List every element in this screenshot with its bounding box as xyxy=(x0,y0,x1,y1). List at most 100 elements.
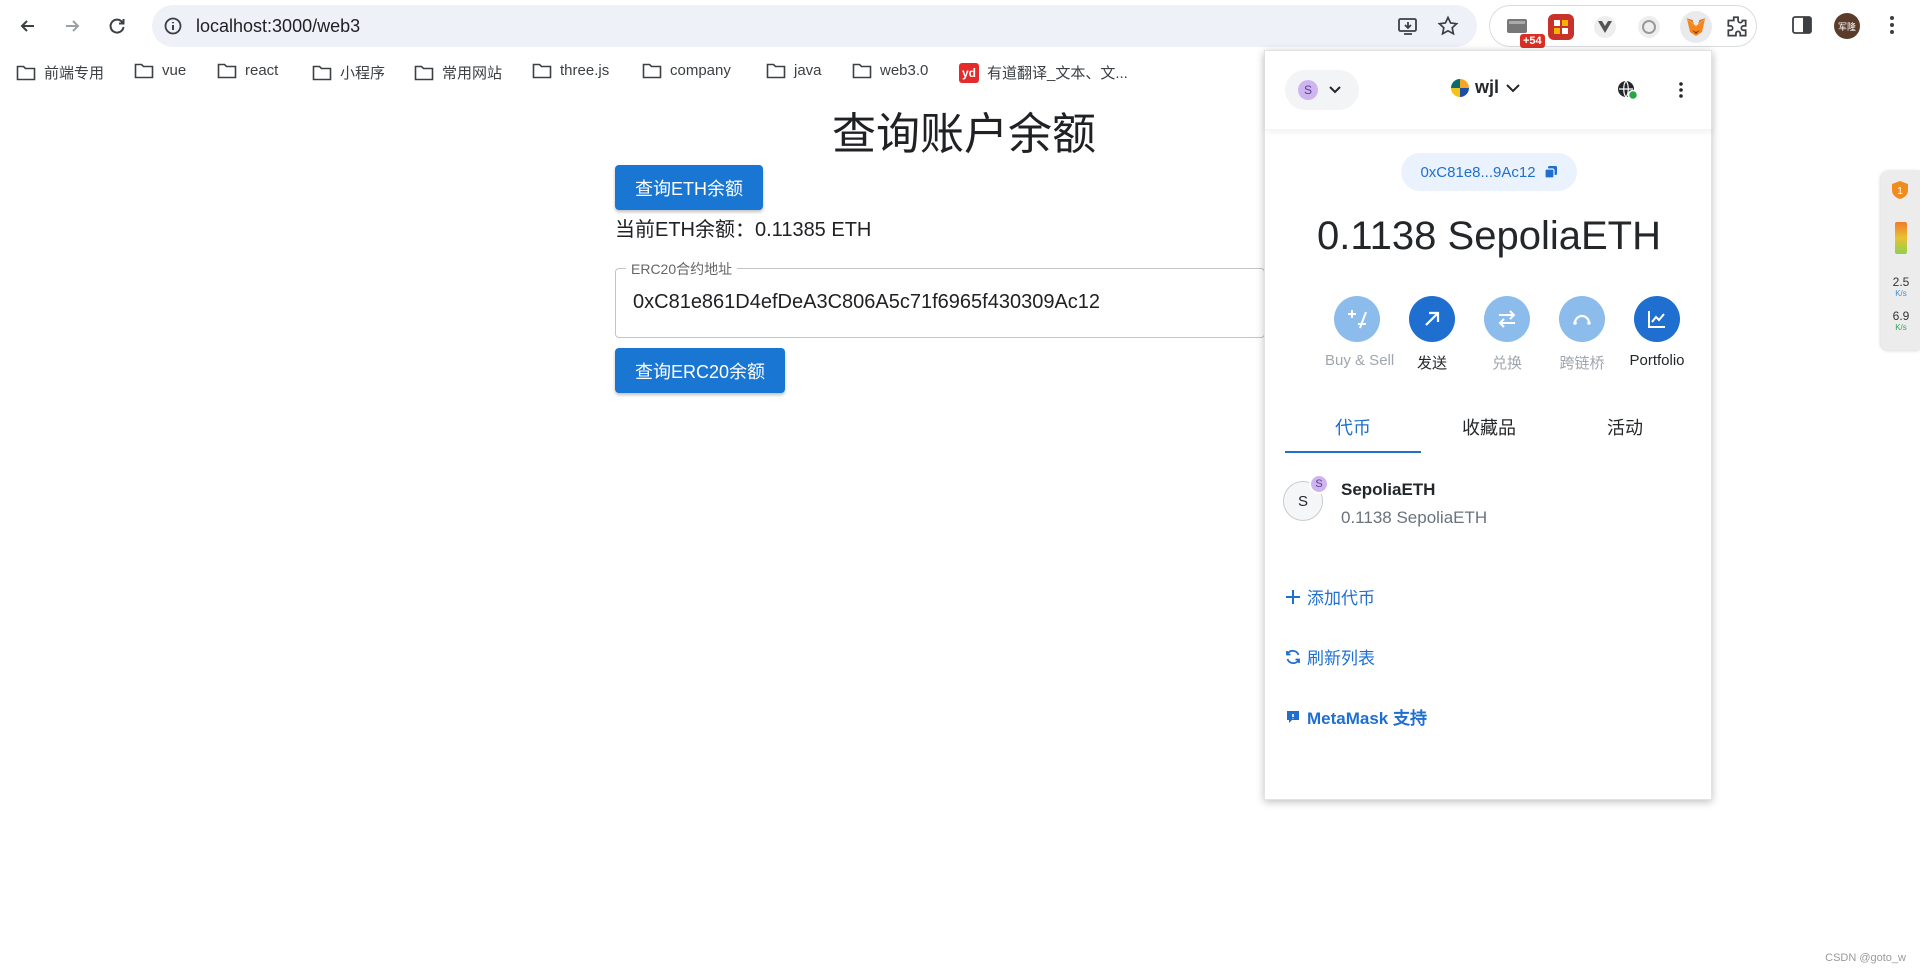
extension-circle[interactable] xyxy=(1636,14,1662,40)
swap-icon xyxy=(1498,310,1516,328)
extension-vue-devtools[interactable] xyxy=(1592,14,1618,40)
arrow-right-icon xyxy=(66,20,80,32)
target-icon xyxy=(1638,16,1660,38)
action-label: 兑换 xyxy=(1491,355,1522,372)
bookmark-folder[interactable]: company xyxy=(642,62,731,79)
metamask-menu-icon[interactable] xyxy=(1669,78,1693,102)
swap-button[interactable]: 兑换 xyxy=(1475,296,1539,373)
forward-button[interactable] xyxy=(57,11,87,41)
folder-icon xyxy=(134,63,154,79)
page-title: 查询账户余额 xyxy=(832,110,1096,159)
network-speed-widget[interactable]: 1 2.5 K/s 6.9 K/s xyxy=(1881,170,1920,350)
query-erc20-balance-button[interactable]: 查询ERC20余额 xyxy=(615,348,786,393)
url-text[interactable]: localhost:3000/web3 xyxy=(196,16,360,37)
bookmark-label: react xyxy=(245,62,279,79)
side-panel-icon[interactable] xyxy=(1790,13,1814,37)
erc20-address-label: ERC20合约地址 xyxy=(626,259,738,279)
metamask-support-link[interactable]: MetaMask 支持 xyxy=(1285,704,1427,729)
folder-icon xyxy=(414,65,434,81)
buy-sell-button[interactable]: Buy & Sell xyxy=(1325,296,1395,369)
reload-button[interactable] xyxy=(102,11,132,41)
network-picker[interactable]: S xyxy=(1285,70,1359,110)
send-button[interactable]: 发送 xyxy=(1400,296,1464,373)
bookmark-link-youdao[interactable]: yd 有道翻译_文本、文... xyxy=(959,62,1128,83)
token-amount: 0.1138 SepoliaETH xyxy=(1341,508,1488,527)
support-label: MetaMask 支持 xyxy=(1307,709,1427,728)
eth-balance-text: 当前ETH余额：0.11385 ETH xyxy=(615,219,872,241)
portfolio-button[interactable]: Portfolio xyxy=(1625,296,1689,369)
action-label: Buy & Sell xyxy=(1325,352,1395,369)
bookmark-label: company xyxy=(670,62,731,79)
bookmark-folder[interactable]: java xyxy=(766,62,822,79)
bookmark-folder[interactable]: vue xyxy=(134,62,186,79)
token-name: SepoliaETH xyxy=(1341,480,1436,499)
back-button[interactable] xyxy=(13,11,43,41)
address-bar[interactable]: localhost:3000/web3 xyxy=(152,5,1477,47)
tab-activity[interactable]: 活动 xyxy=(1557,411,1693,453)
extension-badge: +54 xyxy=(1520,34,1545,48)
bookmark-folder[interactable]: 常用网站 xyxy=(414,62,502,83)
shield-icon: 1 xyxy=(1892,181,1908,199)
refresh-list-label: 刷新列表 xyxy=(1307,649,1375,668)
youdao-icon: yd xyxy=(959,62,979,83)
bookmark-star-icon[interactable] xyxy=(1437,15,1459,37)
add-token-label: 添加代币 xyxy=(1307,589,1375,608)
bookmark-folder[interactable]: 前端专用 xyxy=(16,62,104,83)
watermark: CSDN @goto_w xyxy=(1825,952,1906,964)
refresh-icon xyxy=(1286,649,1300,664)
extension-red[interactable] xyxy=(1548,14,1574,40)
query-eth-balance-button[interactable]: 查询ETH余额 xyxy=(615,165,763,210)
add-token-link[interactable]: 添加代币 xyxy=(1285,584,1375,609)
download-rate: 6.9 K/s xyxy=(1885,310,1917,334)
folder-icon xyxy=(312,65,332,81)
kebab-menu-icon[interactable] xyxy=(1880,13,1904,37)
extensions-bar: +54 xyxy=(1489,5,1757,48)
chart-icon xyxy=(1648,311,1665,328)
reload-icon xyxy=(109,18,125,34)
folder-icon xyxy=(852,63,872,79)
bookmark-folder[interactable]: web3.0 xyxy=(852,62,928,79)
bookmark-folder[interactable]: react xyxy=(217,62,278,79)
network-avatar: S xyxy=(1298,80,1318,100)
arrow-left-icon xyxy=(20,20,34,32)
copy-address-button[interactable]: 0xC81e8...9Ac12 xyxy=(1401,153,1577,191)
download-rate-unit: K/s xyxy=(1895,323,1907,332)
support-chat-icon xyxy=(1287,710,1299,723)
grid-extension-icon xyxy=(1554,20,1568,34)
erc20-address-field[interactable]: ERC20合约地址 0xC81e861D4efDeA3C806A5c71f696… xyxy=(615,259,1265,338)
erc20-address-input[interactable]: 0xC81e861D4efDeA3C806A5c71f6965f430309Ac… xyxy=(633,291,1100,314)
plus-icon xyxy=(1286,589,1300,604)
shield-number: 1 xyxy=(1897,186,1903,197)
bookmark-label: java xyxy=(794,62,822,79)
bookmark-folder[interactable]: three.js xyxy=(532,62,609,79)
tab-tokens[interactable]: 代币 xyxy=(1285,411,1421,453)
account-address: 0xC81e8...9Ac12 xyxy=(1420,163,1536,181)
puzzle-icon[interactable] xyxy=(1724,14,1750,40)
vue-icon xyxy=(1594,16,1616,38)
folder-icon xyxy=(532,63,552,79)
bookmark-label: web3.0 xyxy=(880,62,929,79)
info-icon[interactable] xyxy=(163,16,183,36)
token-row-sepoliaeth[interactable]: S S SepoliaETH 0.1138 SepoliaETH xyxy=(1283,471,1695,541)
plus-minus-icon xyxy=(1348,310,1367,329)
bookmark-label: 小程序 xyxy=(340,65,386,82)
extension-metamask[interactable] xyxy=(1680,11,1712,43)
bridge-button[interactable]: 跨链桥 xyxy=(1550,296,1614,373)
upload-rate: 2.5 K/s xyxy=(1885,276,1917,300)
connected-site-icon[interactable] xyxy=(1615,78,1639,102)
folder-icon xyxy=(642,63,662,79)
folder-icon xyxy=(217,63,237,79)
bookmark-label: 常用网站 xyxy=(442,65,503,82)
wallet-balance: 0.1138 SepoliaETH xyxy=(1317,214,1661,258)
arrow-up-right-icon xyxy=(1425,311,1440,326)
install-app-icon[interactable] xyxy=(1397,15,1419,37)
bookmark-label: 有道翻译_文本、文... xyxy=(987,65,1128,82)
profile-avatar[interactable]: 军隆 xyxy=(1834,13,1860,39)
extension-tab-manager[interactable]: +54 xyxy=(1504,14,1545,48)
tab-collectibles[interactable]: 收藏品 xyxy=(1421,411,1557,453)
upload-rate-unit: K/s xyxy=(1895,289,1907,298)
refresh-list-link[interactable]: 刷新列表 xyxy=(1285,644,1375,669)
bookmark-folder[interactable]: 小程序 xyxy=(312,62,385,83)
account-picker[interactable]: wjl xyxy=(1451,77,1521,98)
bookmark-label: three.js xyxy=(560,62,610,79)
